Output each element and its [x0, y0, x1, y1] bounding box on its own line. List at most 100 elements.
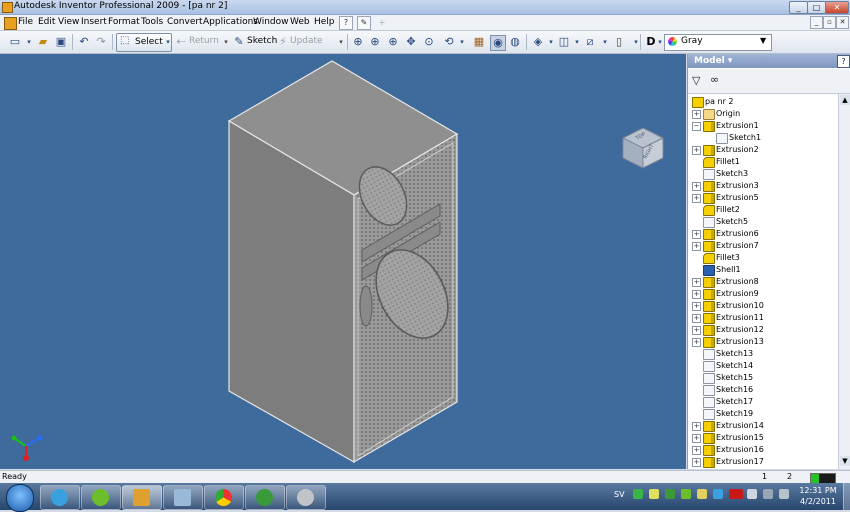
tree-root[interactable]: pa nr 2	[692, 96, 832, 108]
menu-edit[interactable]: Edit	[38, 17, 55, 27]
tree-node-fillet2[interactable]: Fillet2	[692, 204, 822, 216]
tree-node-sketch17[interactable]: Sketch17	[692, 396, 822, 408]
tree-node-extrusion2[interactable]: + Extrusion2	[692, 144, 822, 156]
expand-icon[interactable]: +	[692, 338, 701, 347]
tray-app-icon[interactable]	[681, 489, 691, 499]
binoculars-icon[interactable]: ∞	[710, 73, 719, 86]
menu-convert[interactable]: Convert	[167, 17, 203, 27]
menu-window[interactable]: Window	[253, 17, 289, 27]
new-dropdown-icon[interactable]: ▾	[22, 35, 36, 49]
new-file-icon[interactable]: ▭	[8, 35, 22, 49]
save-icon[interactable]: ▣	[54, 35, 68, 49]
doc-restore-button[interactable]: ▫	[823, 16, 836, 29]
pan-icon[interactable]: ✥	[404, 35, 418, 49]
ground-shadow-icon[interactable]: ◍	[508, 35, 522, 49]
tree-node-extrusion10[interactable]: + Extrusion10	[692, 300, 822, 312]
expand-icon[interactable]: +	[692, 110, 701, 119]
expand-icon[interactable]: +	[692, 422, 701, 431]
collapse-icon[interactable]: −	[692, 122, 701, 131]
doc-minimize-button[interactable]: _	[810, 16, 823, 29]
menu-format[interactable]: Format	[108, 17, 140, 27]
return-dropdown-icon[interactable]: ▾	[219, 35, 233, 49]
expand-icon[interactable]: +	[692, 326, 701, 335]
taskbar-chrome[interactable]	[204, 485, 244, 510]
expand-icon[interactable]: +	[692, 314, 701, 323]
tree-node-fillet3[interactable]: Fillet3	[692, 252, 822, 264]
tree-node-extrusion11[interactable]: + Extrusion11	[692, 312, 822, 324]
expand-icon[interactable]: +	[692, 290, 701, 299]
taskbar-calculator[interactable]	[163, 485, 203, 510]
shaded-display-icon[interactable]: ◉	[490, 35, 506, 51]
tree-node-extrusion12[interactable]: + Extrusion12	[692, 324, 822, 336]
taskbar-spotify[interactable]	[81, 485, 121, 510]
inventor-app-icon[interactable]	[2, 2, 13, 13]
undo-icon[interactable]: ↶	[77, 35, 91, 49]
color-style-select[interactable]: Gray ▼	[664, 34, 772, 51]
graphics-viewport[interactable]: TOP RIGHT	[0, 54, 686, 469]
doc-close-button[interactable]: ✕	[836, 16, 849, 29]
browser-help-icon[interactable]: ?	[837, 55, 850, 68]
expand-icon[interactable]: +	[692, 434, 701, 443]
whats-new-icon[interactable]: ✎	[357, 16, 371, 30]
tree-node-sketch13[interactable]: Sketch13	[692, 348, 822, 360]
slice-graphics-icon[interactable]: ▯	[612, 35, 626, 49]
return-button[interactable]: Return	[189, 36, 219, 46]
menu-insert[interactable]: Insert	[81, 17, 107, 27]
update-button[interactable]: Update	[290, 36, 323, 46]
look-at-icon[interactable]: ▦	[472, 35, 486, 49]
menu-file[interactable]: File	[18, 17, 33, 27]
camera-dropdown-icon[interactable]: ▾	[570, 35, 584, 49]
tree-node-sketch19[interactable]: Sketch19	[692, 408, 822, 420]
menu-tools[interactable]: Tools	[141, 17, 163, 27]
ati-tray-icon[interactable]	[729, 489, 743, 499]
tree-node-extrusion8[interactable]: + Extrusion8	[692, 276, 822, 288]
tree-node-extrusion16[interactable]: + Extrusion16	[692, 444, 822, 456]
expand-icon[interactable]: +	[692, 458, 701, 467]
tree-node-shell1[interactable]: Shell1	[692, 264, 822, 276]
tree-node-sketch5[interactable]: Sketch5	[692, 216, 822, 228]
tree-node-extrusion15[interactable]: + Extrusion15	[692, 432, 822, 444]
redo-icon[interactable]: ↷	[94, 35, 108, 49]
menu-applications[interactable]: Applications	[203, 17, 258, 27]
tray-app-icon[interactable]	[713, 489, 723, 499]
volume-icon[interactable]	[779, 489, 789, 499]
taskbar-inventor[interactable]	[122, 485, 162, 510]
zoom-icon[interactable]: ⊕	[386, 35, 400, 49]
tree-node-origin[interactable]: + Origin	[692, 108, 822, 120]
return-icon[interactable]: ⇠	[174, 35, 188, 49]
menu-web[interactable]: Web	[290, 17, 310, 27]
network-icon[interactable]	[763, 489, 773, 499]
tree-node-extrusion5[interactable]: + Extrusion5	[692, 192, 822, 204]
tray-app-icon[interactable]	[665, 489, 675, 499]
view-cube[interactable]: TOP RIGHT	[621, 126, 665, 170]
start-button[interactable]	[6, 484, 34, 512]
scroll-down-icon[interactable]: ▼	[840, 456, 850, 466]
zoom-selected-icon[interactable]: ⊙	[422, 35, 436, 49]
zoom-all-icon[interactable]: ⊕	[351, 35, 365, 49]
sketch-button[interactable]: Sketch	[247, 36, 277, 46]
tree-node-extrusion14[interactable]: + Extrusion14	[692, 420, 822, 432]
expand-icon[interactable]: +	[692, 194, 701, 203]
tray-app-icon[interactable]	[633, 489, 643, 499]
tree-node-extrusion17[interactable]: + Extrusion17	[692, 456, 822, 468]
tree-node-extrusion1[interactable]: − Extrusion1	[692, 120, 822, 132]
close-button[interactable]: ✕	[825, 1, 849, 14]
expand-icon[interactable]: +	[692, 278, 701, 287]
expand-icon[interactable]: +	[692, 230, 701, 239]
tray-app-icon[interactable]	[649, 489, 659, 499]
camera-icon[interactable]: ◫	[557, 35, 571, 49]
taskbar-messenger[interactable]	[40, 485, 80, 510]
maximize-button[interactable]: □	[807, 1, 826, 14]
tree-scrollbar[interactable]: ▲ ▼	[838, 94, 850, 469]
tree-node-extrusion7[interactable]: + Extrusion7	[692, 240, 822, 252]
system-clock[interactable]: 12:31 PM 4/2/2011	[796, 485, 840, 507]
expand-icon[interactable]: +	[692, 182, 701, 191]
help-topics-icon[interactable]: ?	[339, 16, 353, 30]
view-dropdown-icon[interactable]: ▾	[544, 35, 558, 49]
orbit-dropdown-icon[interactable]: ▾	[455, 35, 469, 49]
tree-node-extrusion13[interactable]: + Extrusion13	[692, 336, 822, 348]
tree-node-sketch15[interactable]: Sketch15	[692, 372, 822, 384]
section-view-icon[interactable]: ⧄	[583, 35, 597, 49]
update-icon[interactable]: ⚡	[276, 35, 290, 49]
tree-node-extrusion9[interactable]: + Extrusion9	[692, 288, 822, 300]
